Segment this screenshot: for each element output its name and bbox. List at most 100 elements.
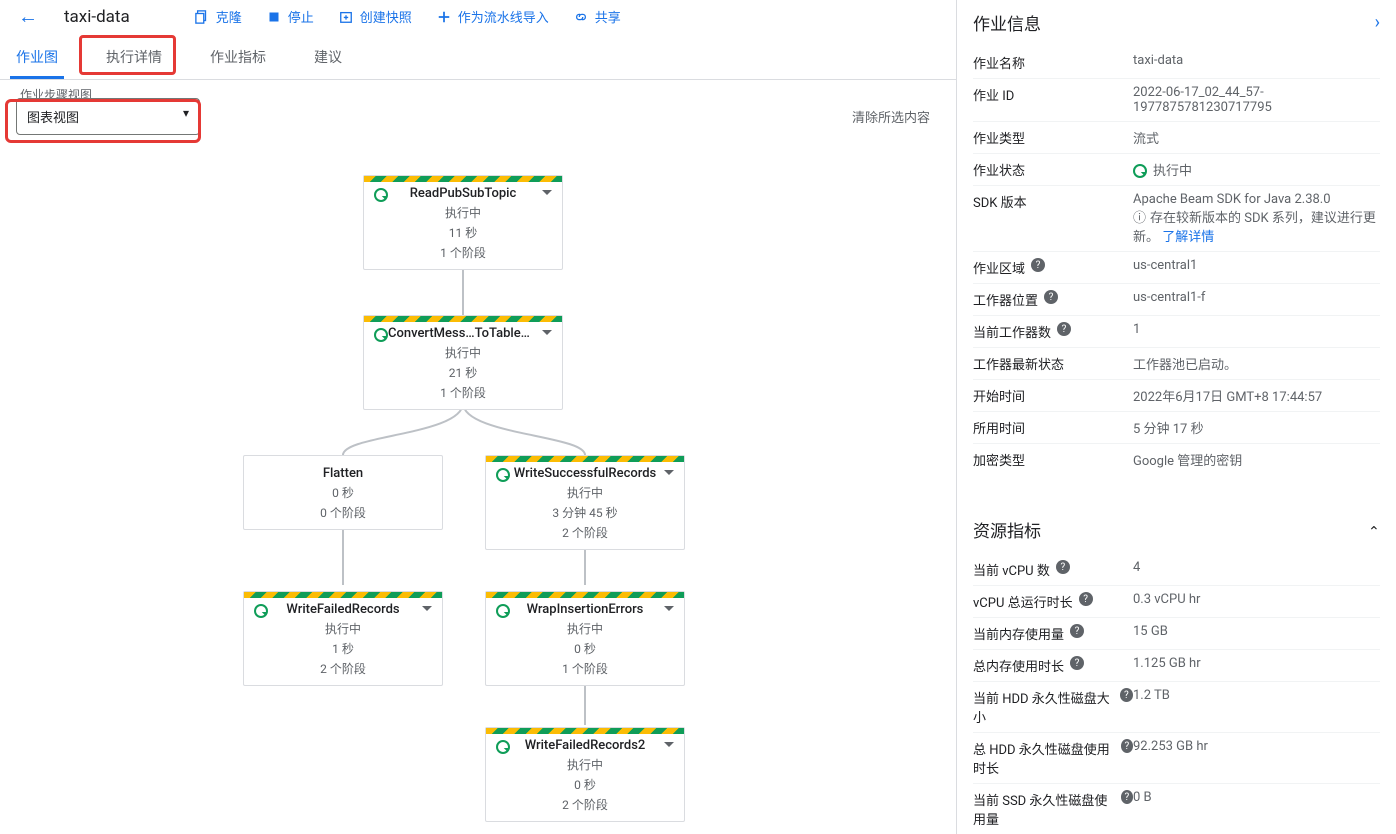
info-row: 当前 vCPU 数?4 [973, 554, 1380, 585]
info-key: 工作器位置 [973, 290, 1038, 309]
info-value: 0.3 vCPU hr [1133, 592, 1380, 611]
help-icon[interactable]: ? [1056, 560, 1070, 574]
info-value: 15 GB [1133, 624, 1380, 643]
chevron-down-icon[interactable] [664, 469, 674, 484]
copy-icon [194, 9, 210, 25]
tab-suggestions[interactable]: 建议 [314, 37, 342, 79]
info-value: 2022年6月17日 GMT+8 17:44:57 [1133, 386, 1380, 405]
graph-node-wrap[interactable]: WrapInsertionErrors执行中0 秒1 个阶段 [485, 591, 685, 686]
info-row: 总内存使用时长? 1.125 GB hr [973, 649, 1380, 681]
expand-icon[interactable]: › [1375, 12, 1380, 33]
page-title: taxi-data [64, 7, 130, 27]
help-icon[interactable]: ? [1070, 624, 1084, 638]
node-time: 1 秒 [250, 640, 436, 657]
info-row: 当前工作器数?1 [973, 315, 1380, 347]
info-row: 所用时间5 分钟 17 秒 [973, 411, 1380, 443]
node-name: WriteFailedRecords [250, 602, 436, 617]
info-key: 总内存使用时长 [973, 656, 1064, 675]
node-stages: 1 个阶段 [370, 384, 556, 401]
help-icon[interactable]: ? [1044, 290, 1058, 304]
node-status: 执行中 [492, 620, 678, 637]
share-action[interactable]: 共享 [573, 7, 621, 26]
info-sidebar: 作业信息 › 作业名称taxi-data作业 ID2022-06-17_02_4… [956, 0, 1396, 834]
help-icon[interactable]: ? [1121, 790, 1133, 804]
info-row: 作业状态执行中 [973, 153, 1380, 185]
node-name: ReadPubSubTopic [370, 186, 556, 201]
graph-node-writesucc[interactable]: WriteSuccessfulRecords执行中3 分钟 45 秒2 个阶段 [485, 455, 685, 550]
info-value: taxi-data [1133, 53, 1380, 72]
snapshot-icon [338, 9, 354, 25]
info-value: 1 [1133, 322, 1380, 341]
info-value: 92.253 GB hr [1133, 739, 1380, 777]
info-row: 当前 SSD 永久性磁盘使用量?0 B [973, 783, 1380, 834]
info-key: 总 HDD 永久性磁盘使用时长 [973, 739, 1115, 777]
node-name: WriteFailedRecords2 [492, 738, 678, 753]
chevron-down-icon[interactable] [664, 741, 674, 756]
running-icon [374, 328, 388, 342]
info-row: 作业 ID2022-06-17_02_44_57-197787578123071… [973, 78, 1380, 121]
graph-node-writefail2[interactable]: WriteFailedRecords2执行中0 秒2 个阶段 [485, 727, 685, 822]
info-value: 4 [1133, 560, 1380, 579]
running-icon [496, 740, 510, 754]
view-dropdown[interactable]: 图表视图 [16, 98, 200, 135]
info-icon: ⓘ [1133, 211, 1146, 226]
node-name: Flatten [250, 466, 436, 481]
help-icon[interactable]: ? [1031, 258, 1045, 272]
graph-node-read[interactable]: ReadPubSubTopic执行中11 秒1 个阶段 [363, 175, 563, 270]
info-key: 作业名称 [973, 53, 1025, 72]
info-value: Apache Beam SDK for Java 2.38.0ⓘ存在较新版本的 … [1133, 192, 1380, 245]
chevron-down-icon[interactable] [422, 605, 432, 620]
info-key: 当前 SSD 永久性磁盘使用量 [973, 790, 1115, 828]
resource-metrics-header[interactable]: 资源指标 ⌄ [973, 507, 1380, 554]
help-icon[interactable]: ? [1079, 592, 1093, 606]
import-action[interactable]: 作为流水线导入 [436, 7, 549, 26]
help-icon[interactable]: ? [1057, 322, 1071, 336]
help-icon[interactable]: ? [1120, 688, 1133, 702]
graph-node-convert[interactable]: ConvertMess…ToTableRow执行中21 秒1 个阶段 [363, 315, 563, 410]
node-time: 3 分钟 45 秒 [492, 504, 678, 521]
info-key: 工作器最新状态 [973, 354, 1064, 373]
info-value: 1.125 GB hr [1133, 656, 1380, 675]
info-value: us-central1 [1133, 258, 1380, 277]
graph-node-flatten[interactable]: Flatten0 秒0 个阶段 [243, 455, 443, 530]
node-status: 执行中 [370, 204, 556, 221]
info-key: 作业区域 [973, 258, 1025, 277]
info-value: 流式 [1133, 128, 1380, 147]
chevron-down-icon[interactable] [542, 189, 552, 204]
info-key: 当前 HDD 永久性磁盘大小 [973, 688, 1114, 726]
help-icon[interactable]: ? [1121, 739, 1133, 753]
info-value: 2022-06-17_02_44_57-1977875781230717795 [1133, 85, 1380, 115]
learn-more-link[interactable]: 了解详情 [1162, 230, 1214, 245]
running-icon [374, 188, 388, 202]
graph-node-writefail[interactable]: WriteFailedRecords执行中1 秒2 个阶段 [243, 591, 443, 686]
clear-selection[interactable]: 清除所选内容 [852, 107, 930, 126]
graph-canvas[interactable]: ReadPubSubTopic执行中11 秒1 个阶段ConvertMess…T… [0, 135, 956, 834]
info-row: 作业区域? us-central1 [973, 251, 1380, 283]
node-name: WrapInsertionErrors [492, 602, 678, 617]
info-key: 作业类型 [973, 128, 1025, 147]
tab-exec-details[interactable]: 执行详情 [106, 37, 162, 79]
info-value: 工作器池已启动。 [1133, 354, 1380, 373]
node-time: 0 秒 [492, 776, 678, 793]
clone-action[interactable]: 克隆 [194, 7, 242, 26]
snapshot-action[interactable]: 创建快照 [338, 7, 412, 26]
stop-action[interactable]: 停止 [266, 7, 314, 26]
help-icon[interactable]: ? [1070, 656, 1084, 670]
back-button[interactable]: ← [16, 4, 40, 29]
info-key: SDK 版本 [973, 192, 1027, 211]
tab-metrics[interactable]: 作业指标 [210, 37, 266, 79]
node-time: 21 秒 [370, 364, 556, 381]
node-stages: 1 个阶段 [492, 660, 678, 677]
info-key: 作业状态 [973, 160, 1025, 179]
info-row: 加密类型Google 管理的密钥 [973, 443, 1380, 475]
chevron-down-icon[interactable] [542, 329, 552, 344]
tab-graph[interactable]: 作业图 [16, 37, 58, 79]
node-stages: 2 个阶段 [250, 660, 436, 677]
info-value: us-central1-f [1133, 290, 1380, 309]
node-status: 执行中 [370, 344, 556, 361]
chevron-down-icon[interactable] [664, 605, 674, 620]
node-name: WriteSuccessfulRecords [492, 466, 678, 481]
node-stages: 2 个阶段 [492, 796, 678, 813]
node-status: 执行中 [492, 484, 678, 501]
info-row: 作业名称 taxi-data [973, 47, 1380, 78]
